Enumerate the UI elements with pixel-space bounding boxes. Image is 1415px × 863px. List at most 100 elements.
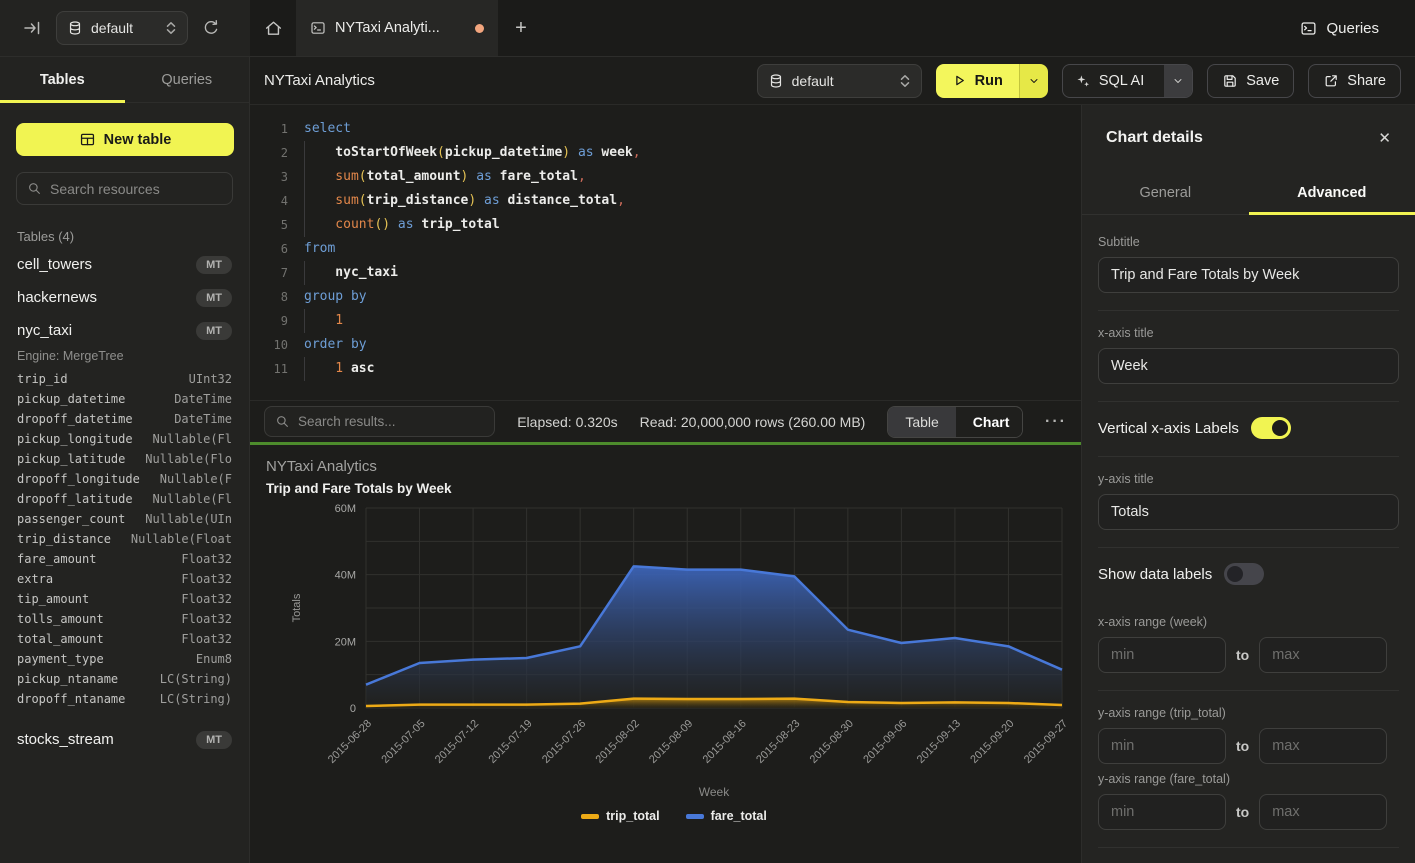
collapse-sidebar-icon[interactable] (22, 18, 42, 38)
chart-legend: trip_total fare_total (266, 809, 1081, 823)
sql-ai-options-button[interactable] (1164, 65, 1192, 97)
sidebar-search-input[interactable] (50, 181, 222, 197)
column-row: pickup_longitudeNullable(Fl (0, 429, 249, 449)
panel-body: Subtitle x-axis title Vertical x-axis La… (1082, 215, 1415, 863)
new-table-button[interactable]: New table (16, 123, 234, 156)
yaxis-title-field[interactable] (1098, 494, 1399, 530)
svg-text:2015-09-27: 2015-09-27 (1022, 718, 1070, 766)
database-name: default (91, 20, 133, 36)
database-selector[interactable]: default (56, 11, 188, 45)
column-row: dropoff_datetimeDateTime (0, 409, 249, 429)
run-options-button[interactable] (1019, 64, 1048, 98)
legend-item-trip_total[interactable]: trip_total (581, 809, 659, 823)
line-number: 9 (262, 309, 288, 333)
code-line[interactable]: 91 (262, 309, 1081, 333)
svg-text:2015-08-09: 2015-08-09 (647, 718, 695, 766)
code-line[interactable]: 2toStartOfWeek(pickup_datetime) as week, (262, 141, 1081, 165)
xrange-max-field[interactable] (1259, 637, 1387, 673)
more-options-icon[interactable]: ··· (1045, 413, 1067, 431)
save-button[interactable]: Save (1207, 64, 1294, 98)
sidebar-search[interactable] (16, 172, 233, 205)
indent-guide (304, 357, 335, 381)
subtitle-field[interactable] (1098, 257, 1399, 293)
vertical-labels-toggle[interactable] (1251, 417, 1291, 439)
indent-guide (304, 141, 335, 165)
database-icon (768, 73, 784, 89)
table-item[interactable]: stocks_streamMT (0, 723, 249, 756)
sql-ai-label: SQL AI (1099, 73, 1144, 89)
line-number: 8 (262, 285, 288, 309)
yrange-trip-max-field[interactable] (1259, 728, 1387, 764)
sql-ai-button[interactable]: SQL AI (1062, 64, 1193, 98)
line-number: 6 (262, 237, 288, 261)
to-label: to (1236, 804, 1249, 820)
panel-tabs: General Advanced (1082, 171, 1415, 215)
run-button-main[interactable]: Run (936, 64, 1019, 98)
code-line[interactable]: 7nyc_taxi (262, 261, 1081, 285)
yrange-fare-min-field[interactable] (1098, 794, 1226, 830)
code-line[interactable]: 1select (262, 117, 1081, 141)
svg-text:2015-09-13: 2015-09-13 (915, 718, 963, 766)
column-row: fare_amountFloat32 (0, 549, 249, 569)
code-line[interactable]: 111 asc (262, 357, 1081, 381)
queries-link[interactable]: Queries (1300, 20, 1379, 37)
table-item[interactable]: hackernewsMT (0, 281, 249, 314)
to-label: to (1236, 738, 1249, 754)
code-line[interactable]: 3sum(total_amount) as fare_total, (262, 165, 1081, 189)
view-chart-button[interactable]: Chart (956, 407, 1023, 437)
legend-label: trip_total (606, 809, 659, 823)
svg-text:2015-08-30: 2015-08-30 (808, 718, 856, 766)
chart-svg[interactable]: 020M40M60MTotals2015-06-282015-07-052015… (266, 498, 1081, 806)
engine-badge: MT (196, 731, 232, 749)
table-item[interactable]: nyc_taxiMT (0, 314, 249, 347)
yrange-fare-max-field[interactable] (1259, 794, 1387, 830)
chart-title: NYTaxi Analytics (266, 458, 1081, 475)
run-button[interactable]: Run (936, 64, 1048, 98)
sidebar: Tables Queries New table Tables (4) cell… (0, 57, 250, 863)
tab-advanced[interactable]: Advanced (1249, 171, 1415, 214)
legend-swatch (581, 814, 599, 819)
column-row: dropoff_latitudeNullable(Fl (0, 489, 249, 509)
view-table-button[interactable]: Table (888, 407, 955, 437)
share-button[interactable]: Share (1308, 64, 1401, 98)
view-switcher: Table Chart (887, 406, 1023, 438)
column-row: pickup_latitudeNullable(Flo (0, 449, 249, 469)
share-label: Share (1347, 73, 1386, 89)
close-icon[interactable]: ✕ (1378, 129, 1391, 147)
svg-text:2015-07-19: 2015-07-19 (486, 718, 534, 766)
yrange-trip-min-field[interactable] (1098, 728, 1226, 764)
tables-list: cell_towersMThackernewsMTnyc_taxiMTEngin… (0, 248, 249, 756)
sidebar-tab-tables[interactable]: Tables (0, 57, 125, 102)
run-database-selector[interactable]: default (757, 64, 922, 98)
svg-text:40M: 40M (335, 570, 356, 582)
table-item[interactable]: cell_towersMT (0, 248, 249, 281)
svg-text:2015-08-23: 2015-08-23 (754, 718, 802, 766)
code-line[interactable]: 5count() as trip_total (262, 213, 1081, 237)
refresh-icon[interactable] (202, 19, 220, 37)
chart-canvas[interactable]: 020M40M60MTotals2015-06-282015-07-052015… (266, 498, 1081, 809)
table-name: hackernews (17, 289, 97, 306)
data-labels-toggle[interactable] (1224, 563, 1264, 585)
sql-editor[interactable]: 1select2toStartOfWeek(pickup_datetime) a… (250, 105, 1081, 400)
new-table-label: New table (104, 132, 172, 148)
xaxis-title-field[interactable] (1098, 348, 1399, 384)
tab-general[interactable]: General (1082, 171, 1249, 214)
sidebar-tab-queries[interactable]: Queries (125, 57, 250, 102)
code-line[interactable]: 10order by (262, 333, 1081, 357)
svg-text:2015-07-05: 2015-07-05 (379, 718, 427, 766)
xrange-min-field[interactable] (1098, 637, 1226, 673)
code-line[interactable]: 8group by (262, 285, 1081, 309)
code-line[interactable]: 6from (262, 237, 1081, 261)
sql-ai-main[interactable]: SQL AI (1063, 65, 1156, 97)
legend-item-fare_total[interactable]: fare_total (686, 809, 767, 823)
results-search[interactable] (264, 406, 495, 437)
panel-header: Chart details ✕ (1082, 105, 1415, 171)
new-tab-button[interactable]: + (498, 0, 544, 56)
results-search-input[interactable] (298, 414, 484, 429)
data-labels-label: Show data labels (1098, 566, 1212, 583)
column-row: passenger_countNullable(UIn (0, 509, 249, 529)
svg-text:2015-08-16: 2015-08-16 (701, 718, 749, 766)
query-tab[interactable]: NYTaxi Analyti... (296, 0, 498, 56)
code-line[interactable]: 4sum(trip_distance) as distance_total, (262, 189, 1081, 213)
home-button[interactable] (250, 0, 296, 56)
